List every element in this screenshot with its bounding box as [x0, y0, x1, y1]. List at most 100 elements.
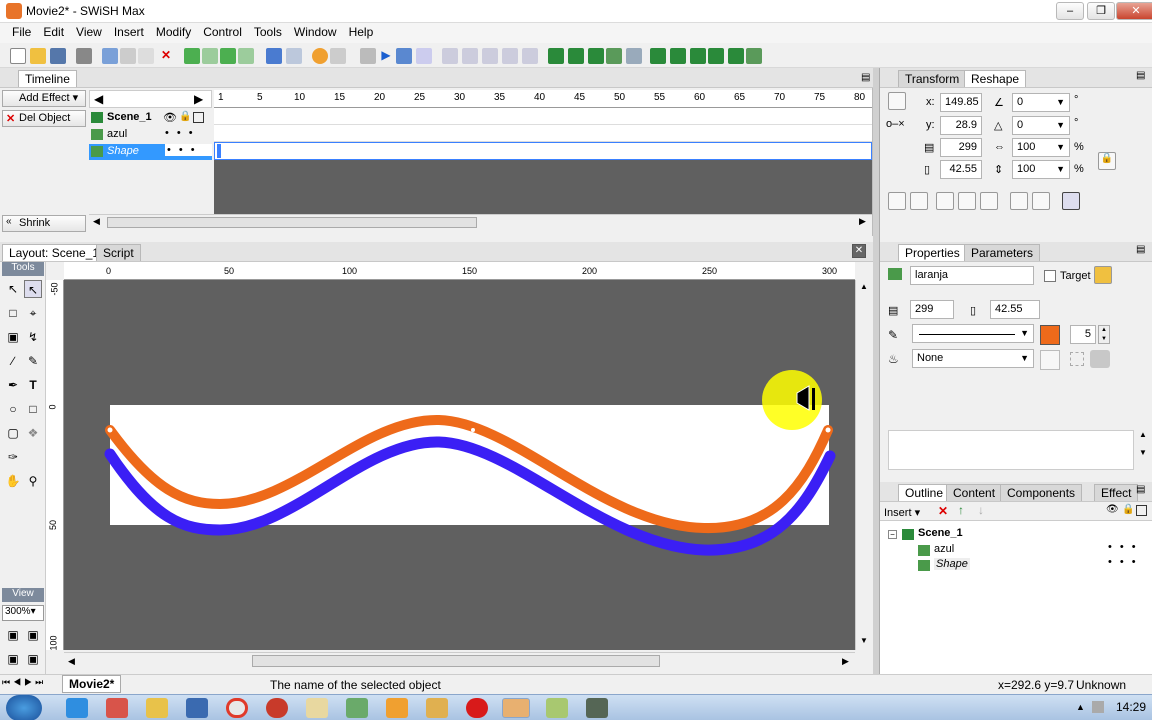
dropdown-arrow-icon[interactable]: ▼ — [1056, 139, 1065, 156]
doc-nav-icons[interactable]: ⏮◀▶⏭ — [2, 677, 46, 688]
scene-row[interactable]: Scene_1 👁 🔒 — [89, 110, 212, 126]
tab-script[interactable]: Script — [96, 244, 141, 261]
frame-ruler[interactable]: 1 5 10 15 20 25 30 35 40 45 50 55 60 65 70 75 80 — [214, 90, 872, 108]
step-icon[interactable] — [416, 48, 432, 64]
delete-icon[interactable]: ✕ — [158, 48, 174, 64]
maximize-button[interactable]: ❐ — [1087, 2, 1115, 20]
shape-frames[interactable] — [214, 142, 872, 160]
insert-menu[interactable]: Insert ▾ — [884, 506, 920, 519]
tab-content[interactable]: Content — [946, 484, 1003, 501]
zoom-selection-icon[interactable]: ▣ — [24, 626, 42, 644]
close-layout-icon[interactable]: ✕ — [852, 244, 866, 258]
origin-toggle-icon[interactable]: o–× — [886, 118, 905, 130]
insert-sprite-icon[interactable] — [568, 48, 584, 64]
paste-icon[interactable] — [138, 48, 154, 64]
utility-icon[interactable] — [586, 698, 608, 718]
stage-canvas[interactable] — [64, 280, 855, 650]
tab-parameters[interactable]: Parameters — [964, 244, 1041, 261]
prop-height-field[interactable]: 42.55 — [990, 300, 1040, 319]
add-effect-button[interactable]: Add Effect ▾ — [2, 90, 86, 107]
zoom-fit-icon[interactable]: ▣ — [4, 626, 22, 644]
paste-shape-icon[interactable] — [1032, 192, 1050, 210]
remove-point-icon[interactable] — [910, 192, 928, 210]
hand-tool-icon[interactable]: ✋ — [4, 472, 22, 490]
play-timeline-icon[interactable] — [396, 48, 412, 64]
tab-outline[interactable]: Outline — [898, 484, 951, 501]
panel-menu-icon[interactable]: ▤ — [861, 72, 870, 83]
redo-icon[interactable] — [286, 48, 302, 64]
scroll-down-icon[interactable]: ▼ — [860, 636, 868, 645]
folder-icon[interactable] — [306, 698, 328, 718]
move-up-icon[interactable] — [184, 48, 200, 64]
script-icon[interactable] — [746, 48, 762, 64]
next-frame-icon[interactable] — [482, 48, 498, 64]
target-checkbox[interactable] — [1044, 270, 1056, 282]
tab-transform[interactable]: Transform — [898, 70, 967, 87]
lock-aspect-icon[interactable]: 🔒 — [1098, 152, 1116, 170]
tab-components[interactable]: Components — [1000, 484, 1083, 501]
move-down-icon[interactable]: ↓ — [978, 503, 984, 517]
corner-point-icon[interactable] — [936, 192, 954, 210]
layer-row-shape[interactable]: Shape ••• — [89, 144, 212, 160]
x-field[interactable]: 149.85 — [940, 93, 982, 112]
explorer-icon[interactable] — [146, 698, 168, 718]
menu-view[interactable]: View — [70, 23, 108, 41]
object-name-field[interactable]: laranja — [910, 266, 1034, 285]
add-point-icon[interactable] — [888, 192, 906, 210]
context-help-icon[interactable] — [330, 48, 346, 64]
keyframe-marker[interactable] — [217, 144, 221, 158]
width-field[interactable]: 299 — [940, 138, 982, 157]
break-icon[interactable] — [708, 48, 724, 64]
doc-tab[interactable]: Movie2* — [62, 675, 122, 693]
menu-file[interactable]: File — [6, 23, 37, 41]
scroll-thumb[interactable] — [252, 655, 660, 667]
insert-scene-icon[interactable] — [548, 48, 564, 64]
ungroup-icon[interactable] — [670, 48, 686, 64]
tab-timeline[interactable]: Timeline — [18, 70, 77, 87]
eyedropper-tool-icon[interactable]: ✑ — [4, 448, 22, 466]
menu-control[interactable]: Control — [197, 23, 248, 41]
new-icon[interactable] — [10, 48, 26, 64]
menu-tools[interactable]: Tools — [248, 23, 288, 41]
skew-field[interactable]: 0 ▼ — [1012, 116, 1070, 135]
description-scroll[interactable]: ▲ ▼ — [1136, 430, 1150, 470]
move-top-icon[interactable] — [220, 48, 236, 64]
scroll-right-icon[interactable]: ▶ — [842, 656, 849, 667]
zoom-select[interactable]: 300%▾ — [2, 605, 44, 621]
dropdown-arrow-icon[interactable]: ▼ — [1056, 94, 1065, 111]
play-icon[interactable]: ▶ — [378, 48, 394, 64]
node-handle[interactable] — [825, 427, 831, 433]
effect-icon[interactable] — [728, 48, 744, 64]
stage-hscroll[interactable]: ◀ ▶ — [64, 652, 855, 670]
lock-icon[interactable]: 🔒 — [1122, 504, 1134, 515]
collapse-icon[interactable]: − — [888, 530, 897, 539]
tab-layout[interactable]: Layout: Scene_1 — [2, 244, 107, 261]
undo-icon[interactable] — [266, 48, 282, 64]
move-bottom-icon[interactable] — [238, 48, 254, 64]
y-field[interactable]: 28.9 — [940, 116, 982, 135]
shrink-button[interactable]: Shrink — [2, 215, 86, 232]
scroll-left-icon[interactable]: ◀ — [68, 656, 75, 667]
description-box[interactable] — [888, 430, 1134, 470]
timeline-hscroll[interactable]: ◀ ▶ — [89, 214, 872, 230]
rotate-field[interactable]: 0 ▼ — [1012, 93, 1070, 112]
eye-icon[interactable]: 👁 — [163, 111, 177, 124]
insert-button-icon[interactable] — [588, 48, 604, 64]
clock[interactable]: 14:29 — [1116, 700, 1146, 714]
group-icon[interactable] — [650, 48, 666, 64]
swish-task-icon[interactable] — [502, 698, 530, 718]
insert-group-icon[interactable] — [606, 48, 622, 64]
minimize-button[interactable]: – — [1056, 2, 1084, 20]
smooth-point-icon[interactable] — [958, 192, 976, 210]
loop-icon[interactable] — [522, 48, 538, 64]
autoshape-tool-icon[interactable]: ❖ — [24, 424, 42, 442]
curve-point-icon[interactable] — [980, 192, 998, 210]
opera-icon[interactable] — [466, 698, 488, 718]
dropdown-arrow-icon[interactable]: ▼ — [1056, 117, 1065, 134]
zoom-stage-icon[interactable]: ▣ — [24, 650, 42, 668]
help-icon[interactable] — [312, 48, 328, 64]
zoom-tool-icon[interactable]: ⚲ — [24, 472, 42, 490]
rectangle-tool-icon[interactable]: □ — [24, 400, 42, 418]
stop-icon[interactable] — [360, 48, 376, 64]
fill-effects-icon[interactable] — [1090, 350, 1110, 368]
